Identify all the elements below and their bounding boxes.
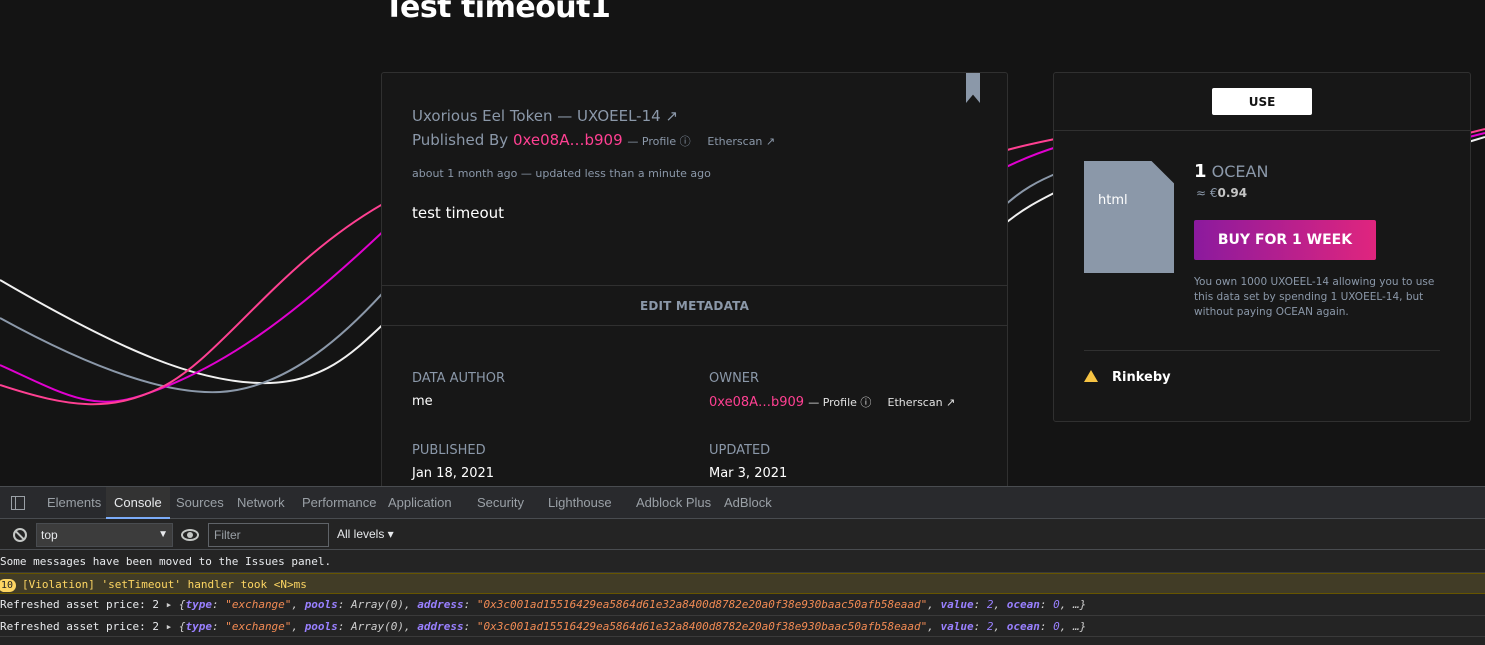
file-icon: html bbox=[1084, 161, 1174, 273]
asset-details-card: Uxorious Eel Token — UXOEEL-14 ↗ Publish… bbox=[381, 72, 1008, 486]
publisher-address[interactable]: 0xe08A…b909 bbox=[513, 131, 623, 149]
published-field: PUBLISHED Jan 18, 2021 bbox=[412, 443, 494, 481]
levels-dropdown[interactable]: All levels ▾ bbox=[337, 527, 394, 541]
published-value: Jan 18, 2021 bbox=[412, 466, 495, 481]
console-message: Some messages have been moved to the Iss… bbox=[0, 551, 1485, 573]
datatoken-link[interactable]: Uxorious Eel Token — UXOEEL-14 ↗ bbox=[412, 107, 678, 125]
clear-console-icon[interactable] bbox=[13, 528, 27, 542]
owner-etherscan-link[interactable]: Etherscan ↗ bbox=[888, 396, 956, 409]
updated-field: UPDATED Mar 3, 2021 bbox=[709, 443, 787, 481]
context-selector[interactable]: top ▼ bbox=[36, 523, 173, 547]
tab-security[interactable]: Security bbox=[469, 487, 532, 519]
network-indicator: Rinkeby bbox=[1084, 370, 1171, 385]
console-warning: 10 [Violation] 'setTimeout' handler took … bbox=[0, 572, 1485, 594]
filter-input[interactable] bbox=[208, 523, 329, 547]
warning-icon bbox=[1084, 370, 1098, 382]
tab-application[interactable]: Application bbox=[380, 487, 460, 519]
data-author-value: me bbox=[412, 394, 433, 409]
divider bbox=[1084, 350, 1440, 351]
edit-metadata-button[interactable]: EDIT METADATA bbox=[382, 285, 1007, 326]
tab-performance[interactable]: Performance bbox=[294, 487, 384, 519]
tab-network[interactable]: Network bbox=[229, 487, 293, 519]
dates-line: about 1 month ago — updated less than a … bbox=[412, 167, 711, 180]
device-toolbar-icon[interactable] bbox=[11, 496, 25, 510]
owner-address[interactable]: 0xe08A…b909 bbox=[709, 395, 804, 410]
price-currency: OCEAN bbox=[1211, 162, 1269, 181]
owner-profile-link[interactable]: Profile ⓘ bbox=[823, 396, 872, 409]
network-name: Rinkeby bbox=[1112, 370, 1171, 385]
console-log-row[interactable]: Refreshed asset price: 2 ▸ {type: "excha… bbox=[0, 616, 1485, 637]
publisher-etherscan-link[interactable]: Etherscan ↗ bbox=[707, 135, 775, 148]
live-expression-icon[interactable] bbox=[181, 529, 199, 541]
bookmark-icon[interactable] bbox=[966, 73, 980, 103]
violation-text: [Violation] 'setTimeout' handler took <N… bbox=[22, 577, 307, 591]
use-tab-bar: USE bbox=[1054, 73, 1470, 131]
console-toolbar: top▼ All levels ▾ bbox=[0, 520, 1485, 550]
tab-elements[interactable]: Elements bbox=[39, 487, 109, 519]
tab-adblock-plus[interactable]: Adblock Plus bbox=[628, 487, 719, 519]
published-by-label: Published By bbox=[412, 131, 509, 149]
owner-label: OWNER bbox=[709, 371, 760, 386]
use-tab[interactable]: USE bbox=[1212, 88, 1312, 115]
tab-lighthouse[interactable]: Lighthouse bbox=[540, 487, 620, 519]
owner-field: OWNER 0xe08A…b909 — Profile ⓘ Etherscan … bbox=[709, 371, 956, 410]
published-by-line: Published By 0xe08A…b909 — Profile ⓘ Eth… bbox=[412, 131, 776, 149]
publisher-profile-link[interactable]: Profile ⓘ bbox=[642, 135, 691, 148]
updated-value: Mar 3, 2021 bbox=[709, 466, 788, 481]
data-author-field: DATA AUTHOR me bbox=[412, 371, 505, 409]
devtools-panel: Elements Console Sources Network Perform… bbox=[0, 486, 1485, 645]
tab-sources[interactable]: Sources bbox=[168, 487, 232, 519]
ownership-note: You own 1000 UXOEEL-14 allowing you to u… bbox=[1194, 276, 1435, 318]
file-type-label: html bbox=[1098, 193, 1128, 208]
consume-panel: USE html 1 OCEAN ≈ €0.94 BUY FOR 1 WEEK … bbox=[1053, 72, 1471, 422]
tab-adblock[interactable]: AdBlock bbox=[716, 487, 780, 519]
chevron-down-icon: ▼ bbox=[158, 529, 168, 540]
devtools-tabbar: Elements Console Sources Network Perform… bbox=[0, 487, 1485, 519]
console-log-row[interactable]: Refreshed asset price: 2 ▸ {type: "excha… bbox=[0, 594, 1485, 616]
published-label: PUBLISHED bbox=[412, 443, 486, 458]
price-amount: 1 bbox=[1194, 161, 1207, 182]
price-fiat: ≈ €0.94 bbox=[1196, 186, 1248, 200]
tab-console[interactable]: Console bbox=[106, 487, 170, 519]
data-author-label: DATA AUTHOR bbox=[412, 371, 506, 386]
app-viewport: Test timeout1 Uxorious Eel Token — UXOEE… bbox=[0, 0, 1485, 486]
page-title: Test timeout1 bbox=[384, 0, 611, 25]
updated-label: UPDATED bbox=[709, 443, 771, 458]
asset-description: test timeout bbox=[412, 204, 505, 222]
price: 1 OCEAN bbox=[1194, 161, 1268, 182]
buy-button[interactable]: BUY FOR 1 WEEK bbox=[1194, 220, 1376, 260]
violation-count-badge: 10 bbox=[0, 578, 17, 592]
console-output: Some messages have been moved to the Iss… bbox=[0, 551, 1485, 637]
